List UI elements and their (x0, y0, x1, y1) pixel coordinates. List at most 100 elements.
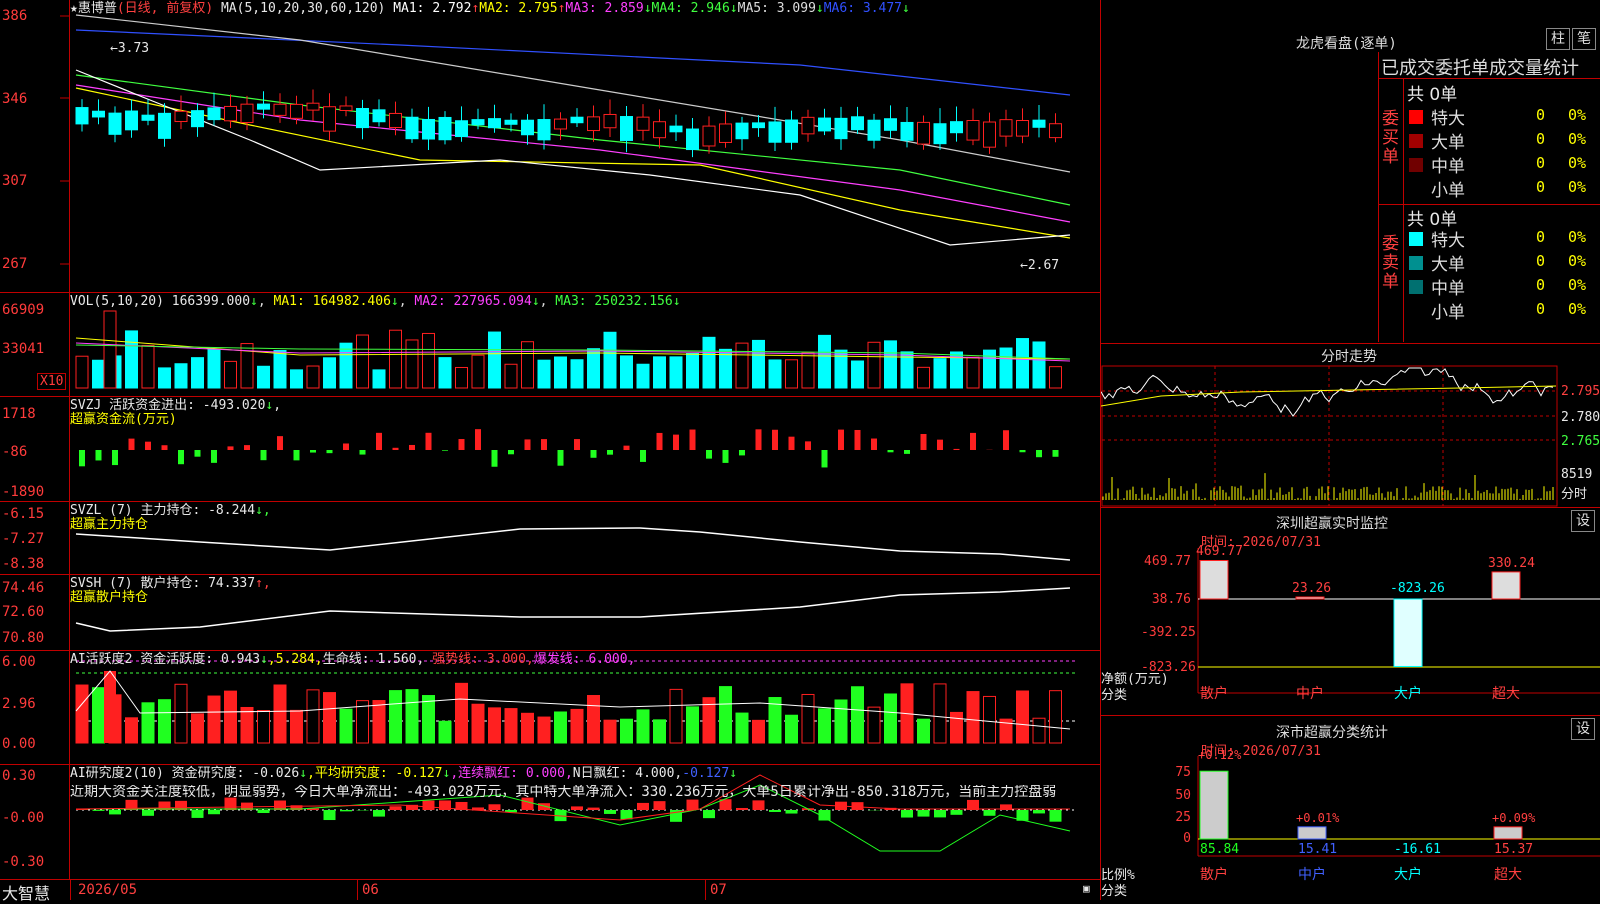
flow-bar (904, 450, 910, 454)
lock-icon[interactable]: ▣ (1083, 882, 1090, 895)
svzj-pane[interactable]: SVZJ 活跃资金进出: -493.020↓, 超赢资金流(万元) 1718 -… (0, 397, 1100, 502)
svzl-title-text: SVZL (7) 主力持仓: -8.244 (70, 503, 255, 518)
research-bar (373, 810, 385, 817)
volume-bar (522, 342, 534, 388)
flow-bar (525, 439, 531, 450)
activity-bar (126, 718, 138, 743)
x-tick-label: 2026/05 (78, 882, 137, 898)
ai2-tail-arrow: ↓ (729, 766, 737, 781)
legend-swatch (1409, 280, 1423, 294)
ai-research-pane[interactable]: AI研究度2(10) 资金研究度: -0.026↓,平均研究度: -0.127↓… (0, 765, 1100, 880)
research-bar (109, 810, 121, 814)
svzl-sub: 超赢主力持仓 (70, 517, 148, 532)
activity-chart[interactable] (0, 651, 1100, 765)
bar-view-button[interactable]: 柱 (1546, 28, 1570, 50)
vol-title: VOL(5,10,20) (70, 294, 164, 309)
price-pane[interactable]: ★惠博普(日线, 前复权) MA(5,10,20,30,60,120) MA1:… (0, 0, 1100, 293)
research-bar (637, 803, 649, 810)
settings-button[interactable]: 设 (1571, 510, 1595, 532)
svsh-pane[interactable]: SVSH (7) 散户持仓: 74.337↑, 超赢散户持仓 74.46 72.… (0, 575, 1100, 651)
activity-bar (885, 694, 897, 743)
flow-bar (640, 450, 646, 462)
activity-bar (208, 696, 220, 743)
activity-bar (373, 701, 385, 743)
net-amount-chart[interactable] (1101, 508, 1600, 716)
order-count: 0 (1536, 300, 1545, 318)
candle-body (489, 119, 501, 128)
research-bar (753, 800, 765, 810)
flow-bar (409, 445, 415, 450)
volume-bar (1000, 348, 1012, 388)
intraday-panel[interactable]: 分时走势 2.795 2.780 2.765 8519 分时 (1101, 344, 1600, 508)
research-chart[interactable] (0, 765, 1100, 880)
ma-line (76, 15, 1070, 172)
flow-bar (112, 450, 118, 465)
ai1-burst: 爆发线: 6.000, (534, 652, 636, 667)
sell-label-char: 单 (1382, 273, 1399, 292)
candle-body (934, 124, 946, 144)
research-bar (588, 808, 600, 810)
flow-bar (442, 450, 448, 451)
net-bar (1394, 599, 1422, 666)
y-tick: 72.60 (2, 604, 44, 620)
y-tick: -7.27 (2, 531, 44, 547)
candle-body (769, 122, 781, 142)
category-label: 中户 (1298, 864, 1326, 884)
intraday-chart[interactable] (1101, 344, 1600, 508)
ai2-title: AI研究度2(10) 资金研究度: -0.026 (70, 766, 299, 781)
activity-bar (571, 709, 583, 743)
candle-body (1017, 121, 1029, 137)
order-count: 0 (1536, 178, 1545, 196)
y-tick: 2.96 (2, 696, 36, 712)
stock-name: 惠博普 (78, 1, 117, 16)
activity-bar (93, 688, 105, 743)
flow-bar (673, 435, 679, 450)
volume-bar (390, 330, 402, 388)
candlestick-chart[interactable] (0, 0, 1100, 293)
volume-bar (786, 360, 798, 388)
ratio-delta: +0.09% (1492, 811, 1535, 825)
candle-body (406, 117, 418, 138)
buy-label-char: 委 (1382, 110, 1399, 129)
settings-button[interactable]: 设 (1571, 718, 1595, 740)
volume-bar (472, 355, 484, 388)
ratio-value: 85.84 (1200, 842, 1239, 857)
ma-params: MA(5,10,20,30,60,120) (221, 1, 385, 16)
sell-label-char: 委 (1382, 235, 1399, 254)
net-bar (1296, 597, 1324, 599)
ratio-chart[interactable] (1101, 716, 1600, 900)
y-tick: 0.30 (2, 768, 36, 784)
research-bar (654, 801, 666, 810)
flow-bar (739, 450, 745, 455)
candle-body (291, 104, 303, 118)
sz-monitor-panel[interactable]: 深圳超赢实时监控 设 时间: 2026/07/31 469.7738.76-39… (1101, 508, 1600, 716)
volume-bar (654, 357, 666, 388)
flow-bar (723, 450, 729, 463)
order-type: 小单 (1431, 298, 1465, 323)
ma-label: MA3: 2.859 (565, 1, 643, 16)
flow-bar (574, 439, 580, 450)
research-bar (951, 810, 963, 815)
activity-bar (984, 696, 996, 743)
candle-body (687, 129, 699, 150)
intraday-title: 分时走势 (1321, 346, 1377, 366)
flow-bar (772, 430, 778, 450)
ai-activity-pane[interactable]: AI活跃度2 资金活跃度: 0.943↓,5.284,生命线: 1.560, 强… (0, 651, 1100, 765)
vol-unit: 分时 (1561, 483, 1587, 502)
ratio-value: 15.41 (1298, 842, 1337, 857)
volume-bar (439, 358, 451, 388)
candle-body (93, 111, 105, 117)
volume-pane[interactable]: VOL(5,10,20) 166399.000↓, MA1: 164982.40… (0, 293, 1100, 397)
volume-bar (456, 367, 468, 388)
sc-stats-panel[interactable]: 深市超赢分类统计 设 时间: 2026/07/31 7550250+0.12%8… (1101, 716, 1600, 900)
candle-body (76, 108, 88, 124)
research-bar (769, 810, 781, 812)
activity-bar (852, 687, 864, 743)
research-bar (390, 806, 402, 810)
activity-bar (472, 704, 484, 743)
x-tick-line (357, 880, 358, 900)
candle-body (258, 104, 270, 109)
tick-view-button[interactable]: 笔 (1572, 28, 1596, 50)
svzl-pane[interactable]: SVZL (7) 主力持仓: -8.244↓, 超赢主力持仓 -6.15 -7.… (0, 502, 1100, 575)
research-bar (621, 810, 633, 819)
